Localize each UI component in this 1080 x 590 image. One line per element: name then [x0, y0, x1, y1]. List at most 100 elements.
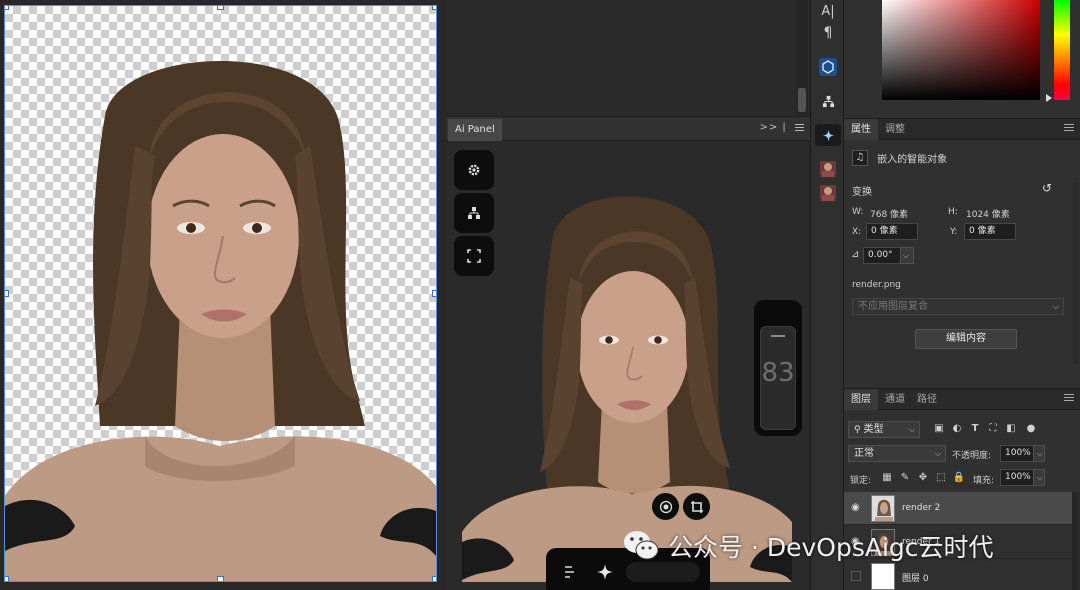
chevron-down-icon: ⌵: [1052, 302, 1059, 311]
sparkle-icon: [822, 129, 834, 141]
hue-slider[interactable]: [1054, 0, 1070, 100]
opacity-field[interactable]: 100%: [1000, 445, 1034, 462]
tab-ai-panel[interactable]: Ai Panel: [448, 119, 502, 141]
shape-filter-icon[interactable]: ⛶: [986, 422, 1000, 436]
hierarchy-button[interactable]: [454, 193, 494, 233]
ai-panel-tabbar: Ai Panel >> |: [446, 117, 810, 141]
chevron-down-icon: ⌵: [1036, 449, 1043, 458]
transform-handle[interactable]: [432, 6, 436, 10]
chevron-down-icon: ⌵: [908, 425, 915, 434]
transform-handle[interactable]: [217, 6, 224, 10]
fullscreen-button[interactable]: [454, 236, 494, 276]
lock-transparency-icon[interactable]: ▦: [880, 471, 894, 485]
document-canvas-area[interactable]: [0, 0, 446, 590]
angle-dropdown[interactable]: ⌵: [900, 247, 914, 264]
filter-toggle-icon[interactable]: ●: [1024, 422, 1038, 436]
opacity-label: 不透明度:: [952, 451, 992, 461]
visibility-toggle-empty[interactable]: [851, 571, 861, 581]
tab-layers[interactable]: 图层: [844, 389, 878, 410]
ai-preview-stage: 83: [446, 142, 810, 590]
menu-icon[interactable]: [1064, 124, 1074, 134]
right-panels: 属性 调整 ♫ 嵌入的智能对象 变换 ↺ W: 768 像素 H: 1024 像…: [844, 0, 1080, 590]
menu-icon[interactable]: [1064, 394, 1074, 404]
lock-pixels-icon[interactable]: ✎: [898, 471, 912, 485]
adjustment-filter-icon[interactable]: ◐: [950, 422, 964, 436]
properties-tabbar: 属性 调整: [844, 118, 1080, 140]
ai-panel: Ai Panel >> | 83: [446, 117, 810, 590]
slider-handle[interactable]: [771, 335, 785, 337]
layer-comp-dropdown[interactable]: 不应用图层复合 ⌵: [852, 298, 1064, 315]
width-value[interactable]: 768 像素: [870, 207, 908, 220]
crop-button[interactable]: [683, 493, 710, 520]
hierarchy-icon: [468, 207, 480, 219]
layer-filter-value: 类型: [863, 424, 884, 435]
paragraph-panel-button[interactable]: ¶: [815, 22, 841, 44]
y-label: Y:: [950, 227, 958, 237]
blend-mode-dropdown[interactable]: 正常 ⌵: [848, 445, 946, 462]
opacity-dropdown[interactable]: ⌵: [1033, 445, 1045, 462]
gear-icon: [468, 164, 480, 176]
fill-dropdown[interactable]: ⌵: [1033, 469, 1045, 486]
x-position-field[interactable]: 0 像素: [866, 223, 918, 240]
transform-handle[interactable]: [5, 576, 9, 581]
tab-paths[interactable]: 路径: [910, 389, 944, 410]
transform-handle[interactable]: [5, 290, 9, 297]
menu-icon[interactable]: [795, 123, 804, 131]
y-position-field[interactable]: 0 像素: [964, 223, 1016, 240]
image-filter-icon[interactable]: ▣: [932, 422, 946, 436]
layer-filter-dropdown[interactable]: ⚲ 类型 ⌵: [848, 421, 920, 438]
list-icon[interactable]: [564, 565, 576, 579]
fullscreen-icon: [467, 249, 481, 263]
image-icon: [820, 161, 836, 177]
lock-position-icon[interactable]: ✥: [916, 471, 930, 485]
edit-contents-button[interactable]: 编辑内容: [915, 329, 1017, 349]
wechat-logo-icon: [624, 531, 659, 560]
transform-handle[interactable]: [5, 6, 9, 10]
tab-channels[interactable]: 通道: [878, 389, 912, 410]
settings-button[interactable]: [454, 150, 494, 190]
record-button[interactable]: [652, 493, 679, 520]
height-value[interactable]: 1024 像素: [966, 207, 1010, 220]
3d-panel-button[interactable]: [815, 56, 841, 78]
prompt-pill[interactable]: [626, 562, 700, 582]
lock-all-icon[interactable]: 🔒: [952, 471, 966, 485]
panel-collapse-control[interactable]: >> |: [760, 122, 804, 133]
lock-artboard-icon[interactable]: ⬚: [934, 471, 948, 485]
collapse-icon[interactable]: >> |: [760, 122, 787, 133]
plugin-button[interactable]: [815, 158, 841, 180]
sparkle-icon[interactable]: [596, 563, 614, 581]
hue-slider-handle[interactable]: [1046, 94, 1052, 102]
strength-slider[interactable]: 83: [754, 300, 802, 436]
layer-row[interactable]: ◉ render 2: [844, 492, 1072, 525]
color-picker-field[interactable]: [882, 0, 1040, 100]
properties-scrollbar[interactable]: [1072, 182, 1079, 364]
reset-transform-icon[interactable]: ↺: [1042, 181, 1052, 195]
plugin-button[interactable]: [815, 182, 841, 204]
layer-name[interactable]: 图层 0: [902, 571, 929, 584]
hierarchy-panel-button[interactable]: [815, 90, 841, 112]
transform-handle[interactable]: [432, 576, 436, 581]
transform-handle[interactable]: [432, 290, 436, 297]
ai-panel-button[interactable]: [815, 124, 841, 146]
visibility-eye-icon[interactable]: ◉: [851, 503, 863, 513]
width-label: W:: [852, 207, 864, 217]
document-canvas[interactable]: [4, 5, 437, 582]
vertical-scrollbar[interactable]: [796, 0, 808, 116]
smart-filter-icon[interactable]: ◧: [1004, 422, 1018, 436]
transform-handle[interactable]: [217, 576, 224, 581]
type-filter-icon[interactable]: T: [968, 422, 982, 436]
angle-field[interactable]: 0.00°: [863, 247, 901, 264]
tab-adjustments[interactable]: 调整: [878, 119, 912, 140]
character-panel-button[interactable]: A|: [815, 0, 841, 22]
watermark: 公众号 · DevOpsAigc云时代: [622, 527, 994, 565]
transform-heading: 变换: [852, 187, 872, 198]
layer-name[interactable]: render 2: [902, 503, 940, 513]
tab-properties[interactable]: 属性: [844, 119, 878, 140]
photoshop-workspace: Ai Panel >> | 83 A| ¶ 属性 调整 ♫ 嵌入的智能对象 变换…: [0, 0, 1080, 590]
layer-thumbnail: [871, 563, 895, 590]
slider-value: 83: [761, 358, 795, 388]
x-label: X:: [852, 227, 862, 237]
layers-scrollbar[interactable]: [1072, 492, 1079, 590]
cube-icon: [819, 58, 837, 76]
fill-field[interactable]: 100%: [1000, 469, 1034, 486]
